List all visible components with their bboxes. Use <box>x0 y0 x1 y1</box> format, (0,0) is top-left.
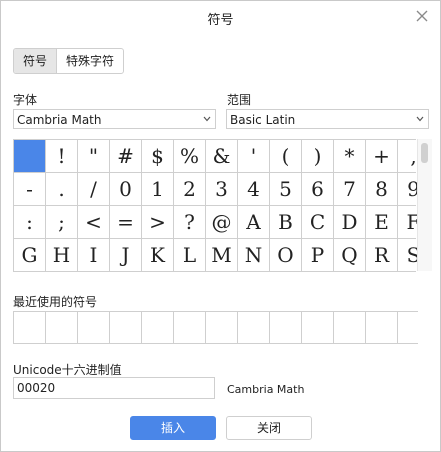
symbol-cell[interactable]: I <box>78 239 109 271</box>
symbol-cell[interactable]: / <box>78 173 109 205</box>
symbol-cell[interactable]: # <box>110 140 141 172</box>
recent-symbol-cell[interactable] <box>174 312 205 343</box>
symbol-cell[interactable]: " <box>78 140 109 172</box>
symbol-cell[interactable]: ? <box>174 206 205 238</box>
recent-symbol-cell[interactable] <box>78 312 109 343</box>
symbol-cell[interactable]: + <box>366 140 397 172</box>
dialog-title: 符号 <box>207 13 234 28</box>
chevron-down-icon <box>416 116 424 122</box>
symbol-cell[interactable]: L <box>174 239 205 271</box>
symbol-cell[interactable]: * <box>334 140 365 172</box>
symbol-cell[interactable]: G <box>14 239 45 271</box>
symbol-cell[interactable]: ! <box>46 140 77 172</box>
symbol-cell[interactable]: B <box>270 206 301 238</box>
symbol-cell[interactable]: 1 <box>142 173 173 205</box>
symbol-grid: ! " # $% & '() * +, -./0 1 2 3 4 5 6 7 8 9:; < = >? @ A B C D E F G H… <box>13 139 429 272</box>
symbol-cell[interactable]: 6 <box>302 173 333 205</box>
symbol-cell[interactable]: 0 <box>110 173 141 205</box>
symbol-cell[interactable]: P <box>302 239 333 271</box>
symbol-cell[interactable]: $ <box>142 140 173 172</box>
symbol-cell[interactable]: ) <box>302 140 333 172</box>
recent-symbol-cell[interactable] <box>238 312 269 343</box>
symbol-cell[interactable]: 7 <box>334 173 365 205</box>
recent-symbol-cell[interactable] <box>142 312 173 343</box>
range-select[interactable]: Basic Latin <box>226 109 429 129</box>
symbol-cell[interactable]: A <box>238 206 269 238</box>
symbol-cell[interactable]: 8 <box>366 173 397 205</box>
symbol-cell[interactable]: D <box>334 206 365 238</box>
chevron-down-icon <box>203 116 211 122</box>
symbol-cell[interactable]: - <box>14 173 45 205</box>
symbol-cell[interactable]: N <box>238 239 269 271</box>
symbol-cell[interactable]: & <box>206 140 237 172</box>
unicode-font-name: Cambria Math <box>227 383 305 396</box>
symbol-cell[interactable]: ' <box>238 140 269 172</box>
recent-symbol-cell[interactable] <box>366 312 397 343</box>
symbol-cell[interactable]: . <box>46 173 77 205</box>
symbol-cell[interactable]: H <box>46 239 77 271</box>
symbol-cell[interactable]: 4 <box>238 173 269 205</box>
symbol-cell[interactable]: E <box>366 206 397 238</box>
font-label: 字体 <box>13 93 38 107</box>
symbol-cell[interactable]: ; <box>46 206 77 238</box>
close-icon[interactable] <box>414 8 430 24</box>
symbol-dialog: 符号 符号 特殊字符 字体 Cambria Math 范围 Basic Lati… <box>0 0 441 452</box>
symbol-cell[interactable]: J <box>110 239 141 271</box>
close-button[interactable]: 关闭 <box>226 416 312 440</box>
symbol-cell[interactable]: O <box>270 239 301 271</box>
recent-symbol-cell[interactable] <box>46 312 77 343</box>
symbol-cell[interactable]: 3 <box>206 173 237 205</box>
symbol-cell[interactable]: @ <box>206 206 237 238</box>
symbol-cell[interactable]: Q <box>334 239 365 271</box>
tab-bar: 符号 特殊字符 <box>13 48 125 74</box>
unicode-input[interactable]: 00020 <box>13 377 215 399</box>
symbol-cell[interactable]: > <box>142 206 173 238</box>
symbol-cell[interactable]: = <box>110 206 141 238</box>
title-bar: 符号 <box>1 1 440 33</box>
symbol-grid-scrollbar[interactable] <box>417 139 432 271</box>
symbol-cell[interactable]: % <box>174 140 205 172</box>
tab-symbols[interactable]: 符号 <box>14 49 57 73</box>
range-label: 范围 <box>227 93 252 107</box>
symbol-cell[interactable]: C <box>302 206 333 238</box>
symbol-cell[interactable]: 2 <box>174 173 205 205</box>
unicode-label: Unicode十六进制值 <box>13 363 122 377</box>
symbol-cell[interactable] <box>14 140 45 172</box>
insert-button[interactable]: 插入 <box>130 416 216 440</box>
symbol-cell[interactable]: < <box>78 206 109 238</box>
symbol-cell[interactable]: ( <box>270 140 301 172</box>
range-select-value: Basic Latin <box>230 113 296 127</box>
recent-symbol-cell[interactable] <box>206 312 237 343</box>
recent-symbol-cell[interactable] <box>110 312 141 343</box>
recent-symbols-label: 最近使用的符号 <box>13 295 98 309</box>
recent-symbol-cell[interactable] <box>14 312 45 343</box>
recent-symbol-cell[interactable] <box>398 312 429 343</box>
recent-symbols-grid <box>13 311 429 344</box>
scrollbar-thumb[interactable] <box>421 143 428 163</box>
symbol-cell[interactable]: 5 <box>270 173 301 205</box>
symbol-cell[interactable]: R <box>366 239 397 271</box>
symbol-cell[interactable]: K <box>142 239 173 271</box>
tab-special-characters[interactable]: 特殊字符 <box>56 49 123 73</box>
recent-symbol-cell[interactable] <box>270 312 301 343</box>
symbol-cell[interactable]: M <box>206 239 237 271</box>
font-select[interactable]: Cambria Math <box>13 109 216 129</box>
font-select-value: Cambria Math <box>17 113 102 127</box>
recent-symbol-cell[interactable] <box>302 312 333 343</box>
recent-symbol-cell[interactable] <box>334 312 365 343</box>
symbol-cell[interactable]: : <box>14 206 45 238</box>
